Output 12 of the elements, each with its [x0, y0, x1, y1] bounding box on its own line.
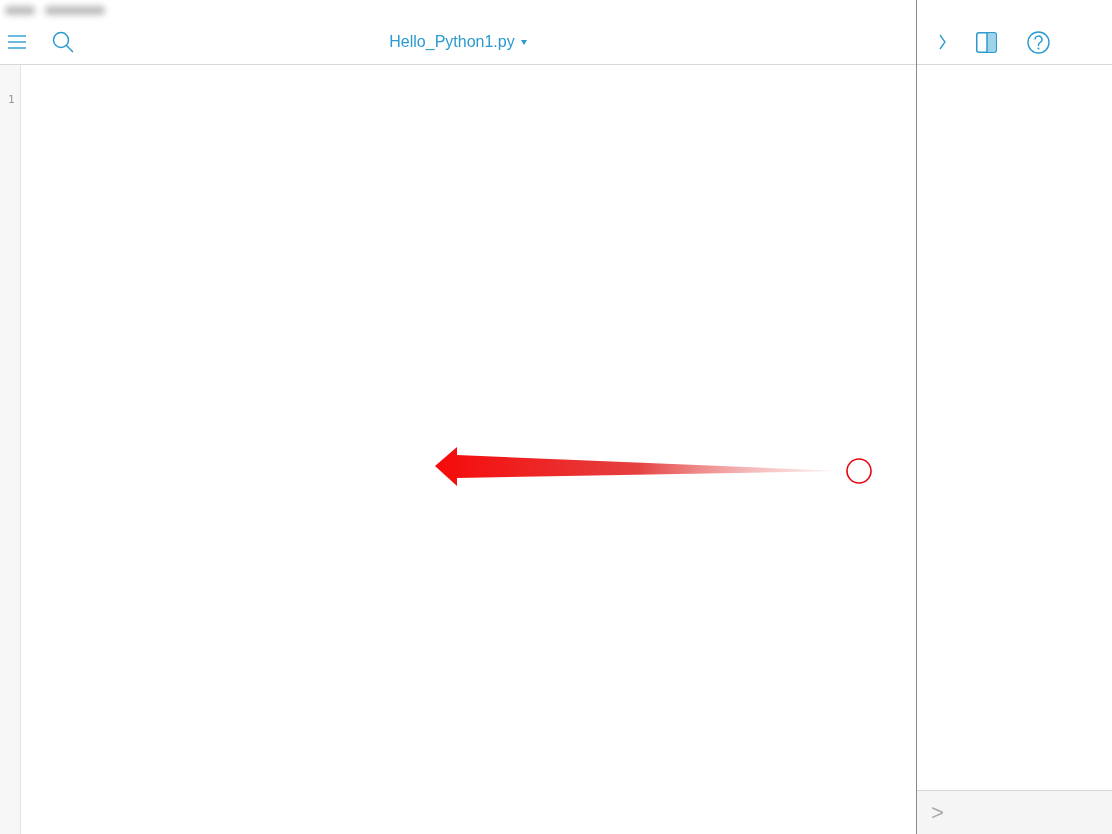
file-title[interactable]: Hello_Python1.py — [389, 33, 515, 51]
console-prompt: > — [931, 799, 944, 826]
blurred-status-text — [45, 5, 105, 15]
line-number: 1 — [7, 93, 15, 107]
console-input[interactable]: > — [917, 790, 1112, 834]
help-icon[interactable] — [1027, 30, 1050, 54]
chevron-right-icon[interactable] — [939, 34, 946, 50]
search-icon[interactable] — [52, 31, 74, 53]
menu-icon[interactable] — [8, 35, 26, 49]
dropdown-caret-icon[interactable] — [520, 39, 527, 45]
blurred-status-text — [5, 5, 35, 15]
split-panel-icon[interactable] — [976, 31, 997, 53]
